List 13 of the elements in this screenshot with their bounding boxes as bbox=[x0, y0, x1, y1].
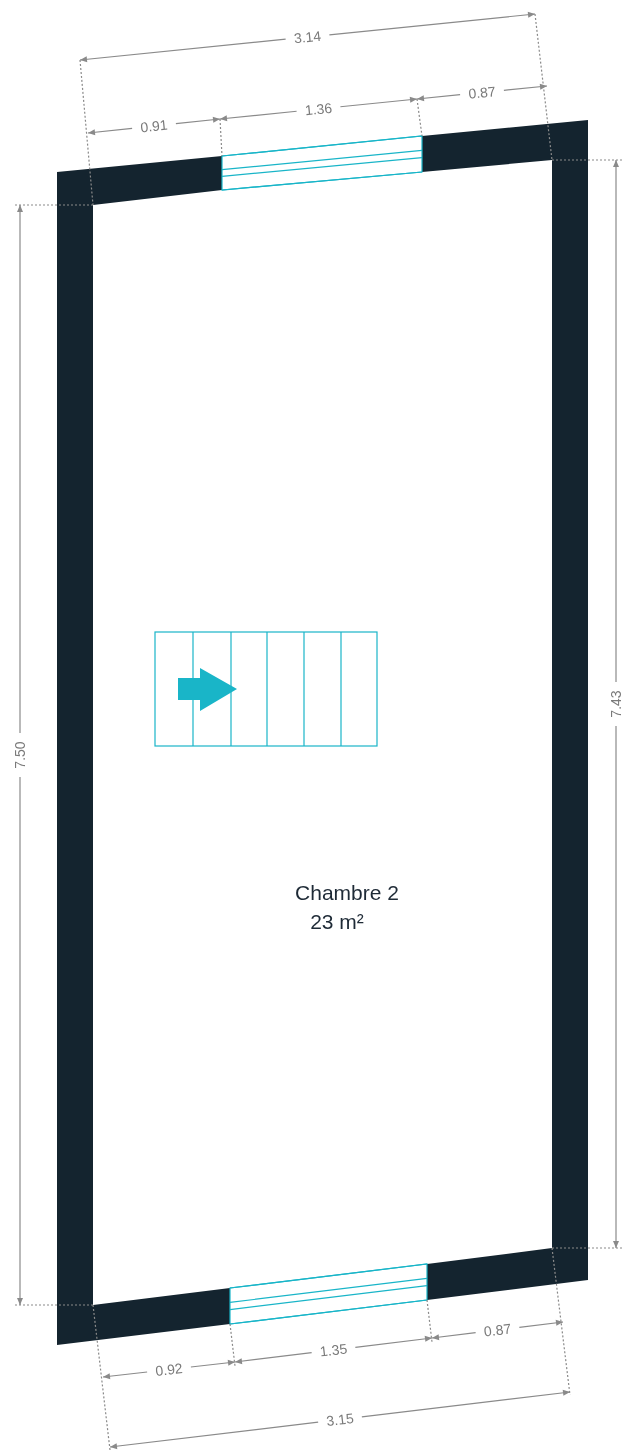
dimension-label: 3.15 bbox=[325, 1409, 355, 1430]
room-name: Chambre 2 bbox=[295, 881, 399, 904]
dimension-label: 0.87 bbox=[483, 1320, 512, 1340]
dimension-label: 1.35 bbox=[319, 1340, 348, 1360]
room-area: 23 m² bbox=[310, 910, 364, 933]
arrow-icon bbox=[178, 668, 237, 711]
dimension-label: 1.36 bbox=[304, 99, 333, 119]
dimension-label: 0.92 bbox=[154, 1360, 184, 1379]
dimension-label: 3.14 bbox=[293, 27, 322, 47]
dimension-label: 0.87 bbox=[467, 83, 497, 102]
dimension-label: 7.50 bbox=[12, 741, 28, 769]
dimension-label: 7.43 bbox=[608, 690, 624, 718]
dimension-label: 0.91 bbox=[139, 116, 169, 136]
